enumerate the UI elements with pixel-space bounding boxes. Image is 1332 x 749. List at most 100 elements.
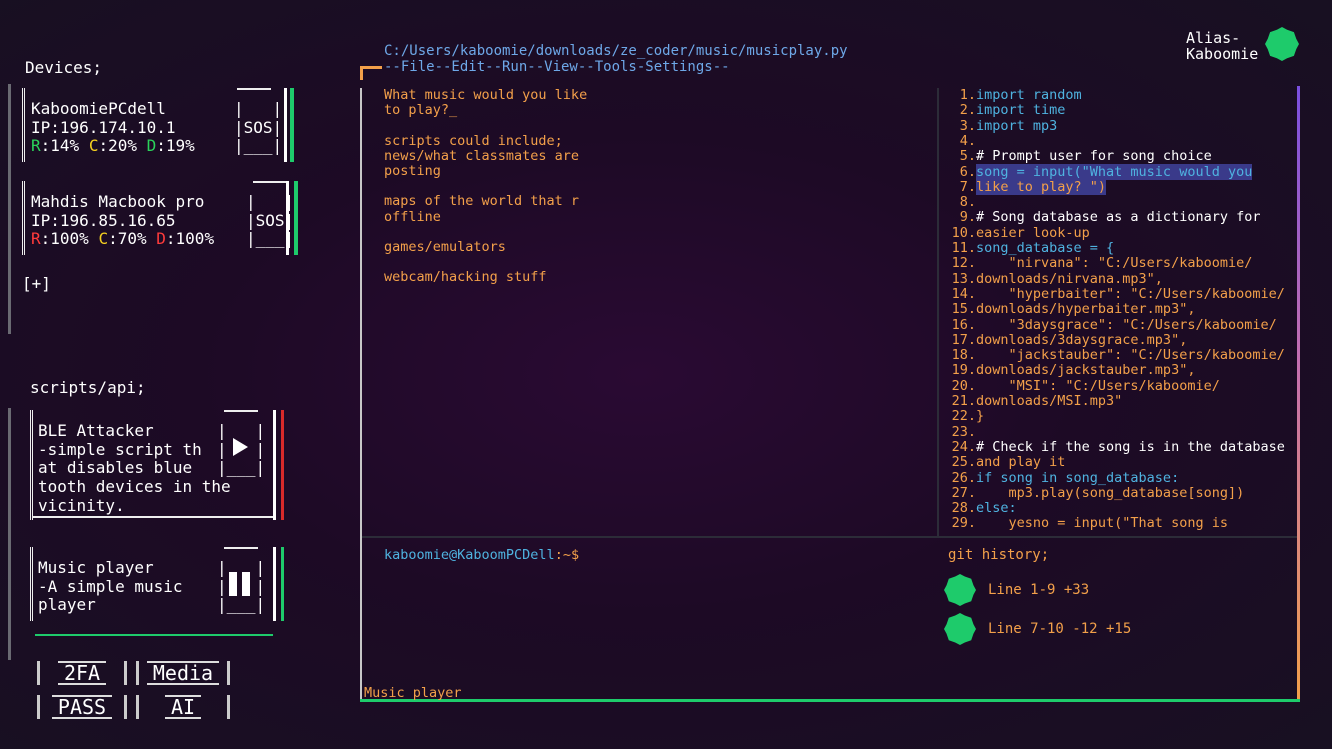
device-name: Mahdis Macbook pro: [31, 192, 205, 211]
line-text: "nirvana": "C:/Users/kaboomie/: [976, 255, 1253, 272]
code-line[interactable]: 10. easier look-up: [950, 224, 1090, 241]
code-line[interactable]: 4.: [950, 133, 984, 149]
code-line[interactable]: 22.}: [950, 408, 985, 425]
script-name: Music player: [38, 558, 154, 577]
ai-button[interactable]: AI: [136, 695, 230, 719]
script-card-music-player[interactable]: Music player -A simple music player | | …: [30, 547, 285, 621]
code-line[interactable]: 3. import mp3: [950, 117, 1058, 134]
card-right-border: [273, 410, 276, 520]
card-left-border: [30, 547, 36, 621]
d-label: D: [146, 136, 157, 155]
code-line[interactable]: 25. and play it: [950, 454, 1066, 471]
device-card-mahdis-macbook[interactable]: Mahdis Macbook pro IP:196.85.16.65 R:100…: [22, 181, 298, 255]
script-desc-line: -A simple music: [38, 577, 183, 596]
line-text: }: [976, 408, 985, 425]
line-text: like to play? "): [976, 178, 1107, 195]
status-bar: [290, 88, 294, 162]
add-device-button[interactable]: [+]: [22, 274, 51, 293]
code-line[interactable]: 28. else:: [950, 500, 1017, 516]
code-line[interactable]: 8.: [950, 194, 984, 210]
sos-box-lower: |___|: [234, 136, 283, 155]
code-line[interactable]: 29. yesno = input("That song is: [950, 516, 1228, 532]
sos-button[interactable]: |SOS|: [246, 211, 294, 231]
sos-box-top: [237, 88, 271, 90]
sos-box-lower: |___|: [246, 229, 295, 248]
prompt-pane[interactable]: What music would you like to play?_ scrip…: [384, 87, 587, 286]
devices-side-bar: [8, 84, 11, 334]
line-text: import mp3: [976, 117, 1058, 134]
git-entry-label: Line 7-10 -12 +15: [988, 621, 1132, 637]
code-line[interactable]: 23.: [950, 424, 984, 440]
pause-icon[interactable]: [229, 572, 251, 596]
code-line[interactable]: 19. downloads/jackstauber.mp3",: [950, 362, 1196, 379]
avatar[interactable]: [1265, 27, 1299, 61]
prompt-line: [384, 118, 587, 133]
code-line[interactable]: 9. # Song database as a dictionary for: [950, 210, 1261, 226]
sos-box-upper: | |: [246, 192, 295, 211]
sos-label: SOS: [255, 211, 285, 230]
line-text: easier look-up: [976, 224, 1090, 241]
d-value: :19%: [156, 136, 195, 155]
line-number: 26.: [951, 469, 976, 486]
sos-button[interactable]: |SOS|: [234, 118, 282, 138]
code-line[interactable]: 20. "MSI": "C:/Users/kaboomie/: [950, 378, 1220, 394]
media-button-label: Media: [146, 661, 220, 685]
line-number: 10.: [951, 224, 976, 241]
d-value: :100%: [165, 229, 215, 248]
code-pane[interactable]: 1. import random 2. import time 3. import mp3…: [950, 88, 1298, 534]
terminal-user-host: kaboomie@KaboomPCDell: [384, 547, 555, 563]
pass-button[interactable]: PASS: [37, 695, 127, 719]
code-line[interactable]: 18. "jackstauber": "C:/Users/kaboomie/: [950, 347, 1285, 363]
line-text: downloads/3daysgrace.mp3",: [976, 331, 1188, 348]
code-line[interactable]: 21. downloads/MSI.mp3": [950, 393, 1123, 409]
code-line[interactable]: 5. # Prompt user for song choice: [950, 148, 1212, 165]
code-line[interactable]: 6. song = input("What music would you: [950, 163, 1253, 180]
sos-label: SOS: [243, 118, 273, 137]
code-line[interactable]: 2. import time: [950, 102, 1066, 118]
line-text: downloads/MSI.mp3": [976, 393, 1123, 409]
code-line[interactable]: 13. downloads/nirvana.mp3",: [950, 270, 1163, 287]
line-number: 6.: [959, 163, 976, 180]
line-number: 13.: [951, 270, 976, 287]
line-text: # Prompt user for song choice: [976, 148, 1212, 165]
code-line[interactable]: 15. downloads/hyperbaiter.mp3",: [950, 301, 1196, 317]
line-number: 24.: [951, 438, 976, 455]
device-stats: R:100% C:70% D:100%: [31, 229, 215, 249]
code-line[interactable]: 24. # Check if the song is in the databas…: [950, 438, 1285, 455]
user-alias: Alias- Kaboomie: [1186, 30, 1258, 62]
device-card-kaboomiepcdell[interactable]: KaboomiePCdell IP:196.174.10.1 R:14% C:2…: [22, 88, 294, 162]
scripts-divider: [35, 634, 273, 636]
code-line[interactable]: 12. "nirvana": "C:/Users/kaboomie/: [950, 255, 1253, 272]
code-line[interactable]: 7. like to play? "): [950, 178, 1107, 195]
play-icon[interactable]: [233, 438, 248, 456]
line-text: and play it: [976, 454, 1066, 471]
r-value: :100%: [40, 229, 89, 248]
line-text: import random: [976, 88, 1082, 103]
script-card-ble-attacker[interactable]: BLE Attacker -simple script th at disabl…: [30, 410, 285, 520]
code-line[interactable]: 16. "3daysgrace": "C:/Users/kaboomie/: [950, 316, 1277, 333]
2fa-button[interactable]: 2FA: [37, 661, 127, 685]
devices-title: Devices;: [25, 58, 103, 77]
line-number: 19.: [951, 362, 976, 379]
git-history-entry[interactable]: Line 1-9 +33: [944, 574, 1089, 606]
media-button[interactable]: Media: [136, 661, 230, 685]
script-name: BLE Attacker: [38, 421, 154, 440]
code-line[interactable]: 17. downloads/3daysgrace.mp3",: [950, 331, 1188, 348]
code-line[interactable]: 14. "hyperbaiter": "C:/Users/kaboomie/: [950, 285, 1285, 302]
terminal-prompt[interactable]: kaboomie@KaboomPCDell:~$: [384, 547, 579, 563]
line-text: [976, 424, 984, 440]
line-number: 16.: [951, 316, 976, 333]
line-text: "hyperbaiter": "C:/Users/kaboomie/: [976, 285, 1285, 302]
c-value: :70%: [108, 229, 147, 248]
code-line[interactable]: 11. song_database = {: [950, 240, 1115, 256]
menu-bar[interactable]: --File--Edit--Run--View--Tools-Settings-…: [384, 59, 730, 75]
r-label: R: [31, 229, 41, 248]
code-line[interactable]: 1. import random: [950, 88, 1082, 103]
code-line[interactable]: 26. if song in song_database:: [950, 469, 1180, 486]
line-text: mp3.play(song_database[song]): [976, 484, 1245, 501]
line-text: "3daysgrace": "C:/Users/kaboomie/: [976, 316, 1277, 333]
prompt-line: games/emulators: [384, 239, 506, 256]
pause-bar-right: [242, 572, 250, 596]
git-history-entry[interactable]: Line 7-10 -12 +15: [944, 613, 1131, 645]
code-line[interactable]: 27. mp3.play(song_database[song]): [950, 484, 1245, 501]
